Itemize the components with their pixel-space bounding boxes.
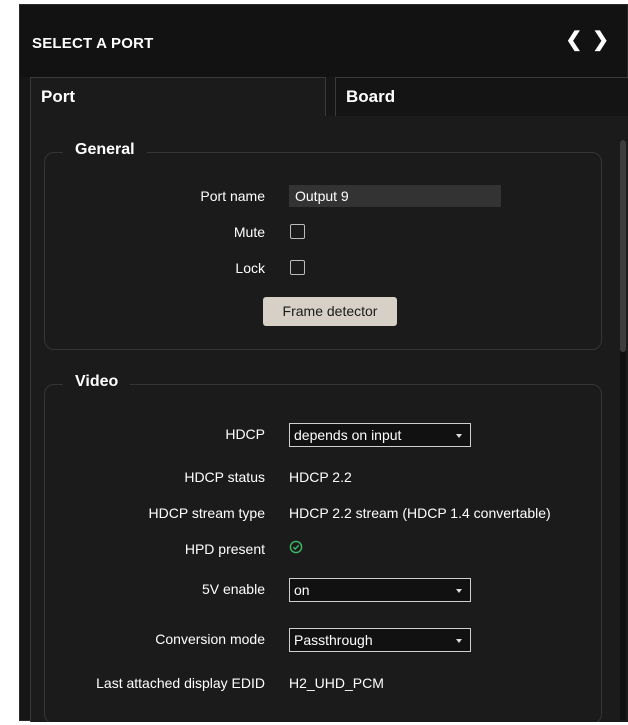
frame-detector-row: Frame detector	[45, 297, 601, 327]
hdcp-stream-type-value: HDCP 2.2 stream (HDCP 1.4 convertable)	[289, 505, 551, 521]
port-name-label: Port name	[200, 188, 265, 204]
select-port-panel: SELECT A PORT ❮ ❯ Port Board General Por…	[19, 4, 628, 722]
scrollbar-thumb[interactable]	[620, 140, 626, 352]
conversion-mode-select[interactable]: Passthrough	[289, 628, 471, 652]
hdcp-status-label: HDCP status	[184, 469, 265, 485]
mute-label: Mute	[233, 224, 265, 240]
lock-label: Lock	[235, 260, 265, 276]
hdcp-status-value: HDCP 2.2	[289, 469, 352, 485]
five-v-enable-select[interactable]: on	[289, 578, 471, 602]
last-edid-label: Last attached display EDID	[96, 675, 265, 691]
hdcp-select-value: depends on input	[294, 427, 402, 443]
hpd-present-label: HPD present	[184, 541, 265, 557]
chevron-right-icon[interactable]: ❯	[592, 30, 609, 50]
last-edid-row: Last attached display EDID H2_UHD_PCM	[45, 672, 601, 696]
port-navigation: ❮ ❯	[565, 30, 609, 50]
hdcp-label: HDCP	[225, 426, 265, 442]
lock-row: Lock	[45, 257, 601, 281]
tab-board[interactable]: Board	[335, 77, 628, 117]
last-edid-value: H2_UHD_PCM	[289, 675, 384, 691]
conversion-mode-label: Conversion mode	[155, 631, 265, 647]
five-v-enable-row: 5V enable on	[45, 578, 601, 602]
panel-title: SELECT A PORT	[32, 35, 154, 52]
mute-row: Mute	[45, 221, 601, 245]
tab-port[interactable]: Port	[30, 77, 326, 117]
five-v-enable-select-value: on	[294, 582, 310, 598]
check-circle-icon	[289, 540, 303, 554]
mute-checkbox[interactable]	[290, 224, 305, 239]
chevron-down-icon	[456, 639, 462, 643]
hdcp-stream-type-label: HDCP stream type	[148, 505, 265, 521]
chevron-down-icon	[456, 434, 462, 438]
hdcp-select[interactable]: depends on input	[289, 423, 471, 447]
hdcp-stream-type-row: HDCP stream type HDCP 2.2 stream (HDCP 1…	[45, 502, 601, 526]
five-v-enable-label: 5V enable	[201, 581, 265, 597]
chevron-down-icon	[456, 589, 462, 593]
hdcp-row: HDCP depends on input	[45, 423, 601, 447]
conversion-mode-select-value: Passthrough	[294, 632, 373, 648]
lock-checkbox[interactable]	[290, 260, 305, 275]
port-content: General Port name Mute Lock Frame detect…	[30, 116, 628, 722]
conversion-mode-row: Conversion mode Passthrough	[45, 628, 601, 652]
frame-detector-button[interactable]: Frame detector	[263, 297, 397, 326]
port-name-input[interactable]	[289, 185, 501, 207]
port-name-row: Port name	[45, 185, 601, 209]
hdcp-status-row: HDCP status HDCP 2.2	[45, 466, 601, 490]
scrollbar[interactable]	[620, 140, 626, 720]
general-section: General Port name Mute Lock Frame detect…	[44, 141, 602, 350]
panel-header: SELECT A PORT ❮ ❯	[20, 5, 627, 77]
tab-bar: Port Board	[30, 77, 628, 117]
video-section: Video HDCP depends on input HDCP status …	[44, 373, 602, 722]
general-section-title: General	[63, 141, 147, 159]
hpd-present-row: HPD present	[45, 538, 601, 562]
video-section-title: Video	[63, 373, 131, 391]
chevron-left-icon[interactable]: ❮	[565, 30, 582, 50]
